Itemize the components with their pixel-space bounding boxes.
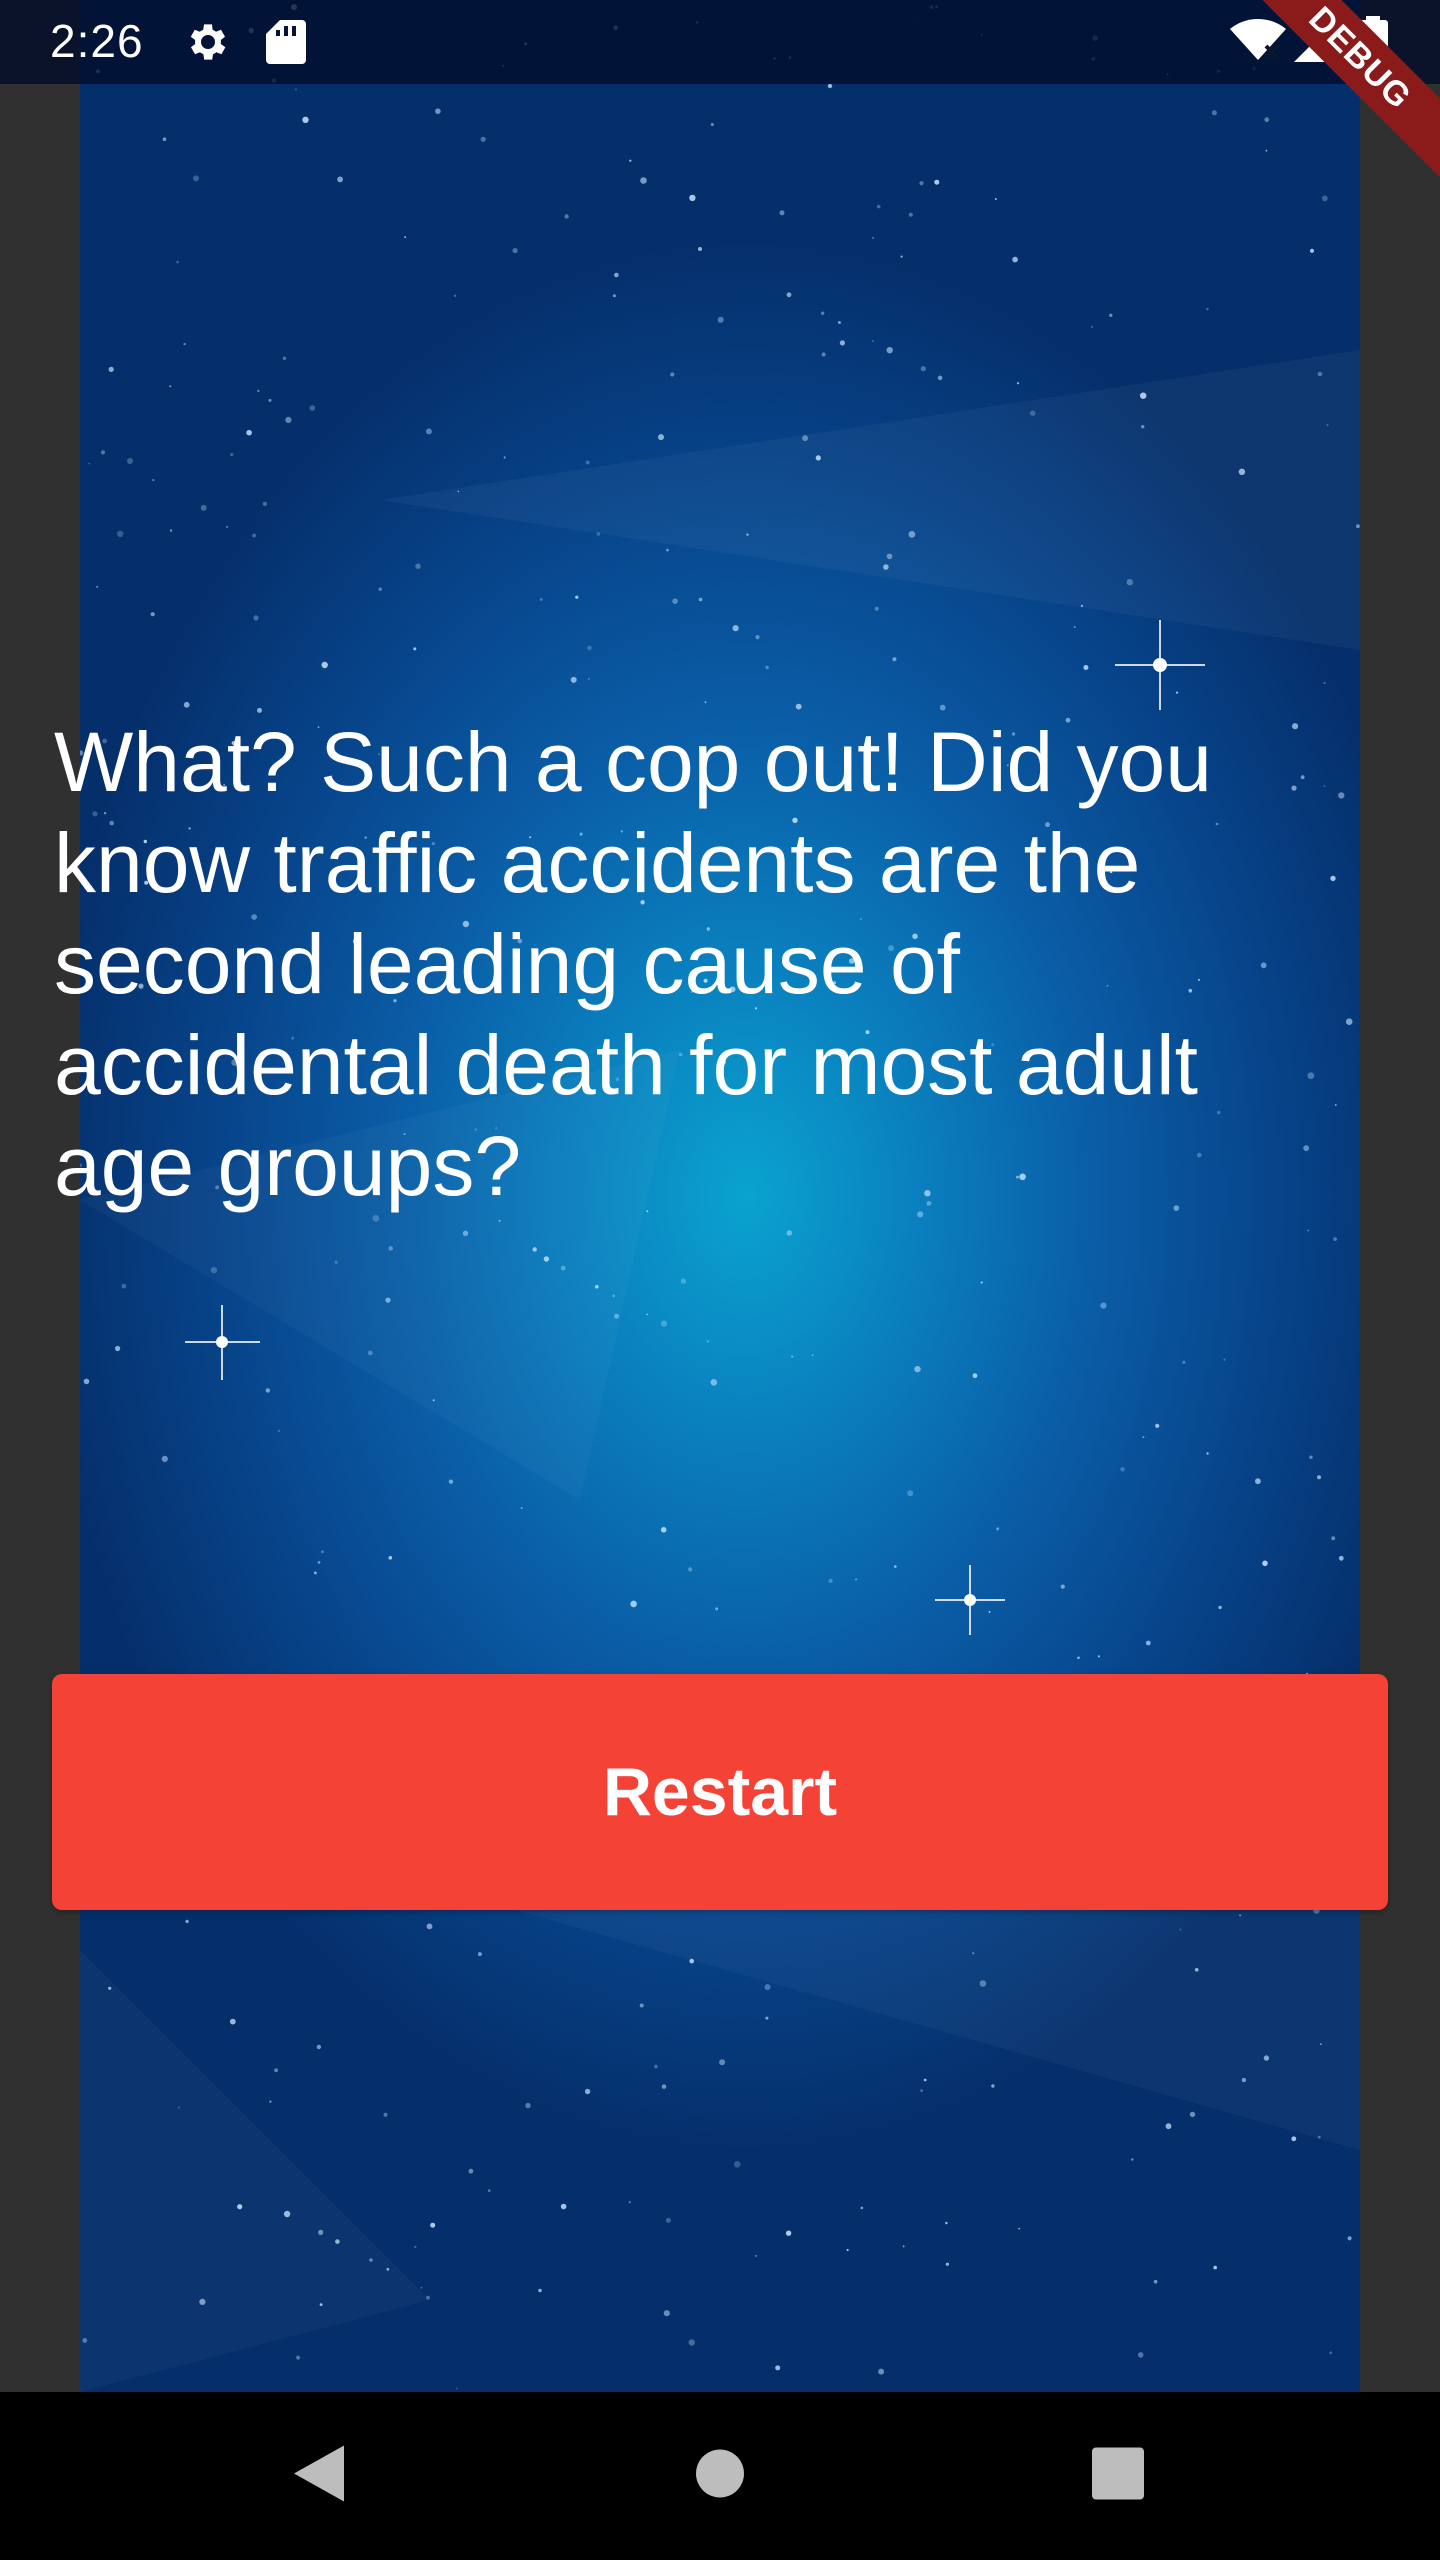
app-screen: 2:26 DEBUG What? Such a cop out! Did you… [0, 0, 1440, 2560]
back-icon[interactable] [290, 2442, 348, 2511]
sd-card-icon [264, 18, 308, 71]
gear-icon [184, 18, 232, 71]
home-icon[interactable] [694, 2448, 746, 2505]
navigation-bar [0, 2392, 1440, 2560]
status-bar: 2:26 [0, 0, 1440, 84]
restart-button[interactable]: Restart [52, 1674, 1388, 1910]
result-message: What? Such a cop out! Did you know traff… [54, 715, 1212, 1213]
status-time: 2:26 [50, 15, 144, 67]
recents-icon[interactable] [1092, 2447, 1144, 2505]
wifi-off-icon [1228, 16, 1288, 69]
